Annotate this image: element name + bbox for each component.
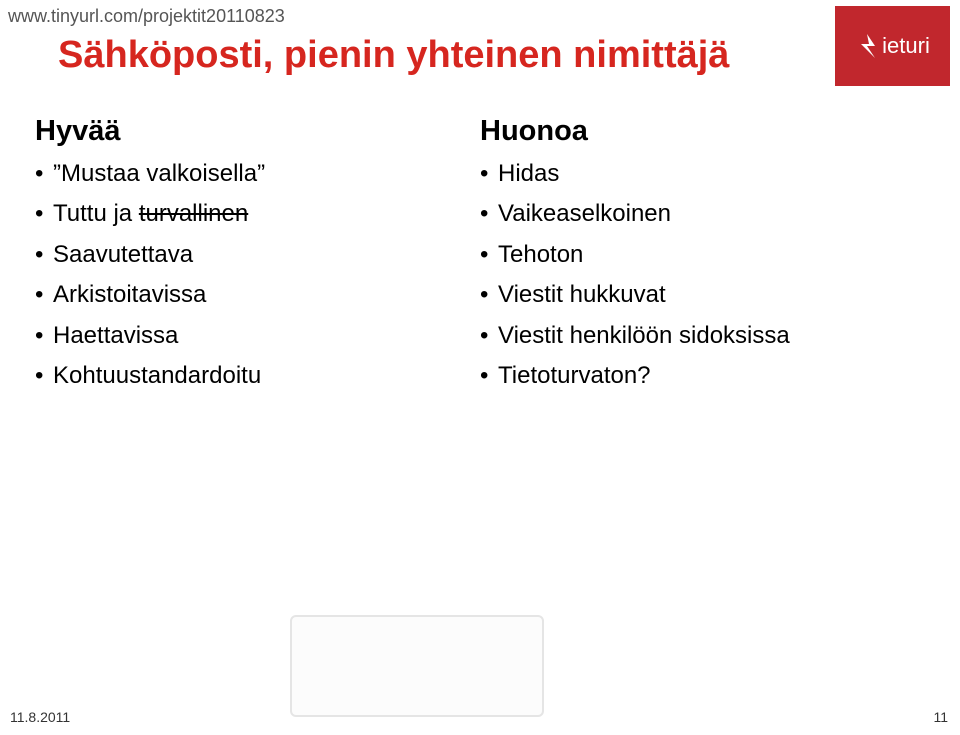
list-item: ”Mustaa valkoisella” xyxy=(35,158,480,190)
list-item: Viestit hukkuvat xyxy=(480,279,925,311)
header-url: www.tinyurl.com/projektit20110823 xyxy=(8,6,285,27)
list-item-strike: turvallinen xyxy=(139,200,248,227)
logo-mark-icon xyxy=(855,32,879,60)
list-item: Tehoton xyxy=(480,239,925,271)
list-item: Kohtuustandardoitu xyxy=(35,360,480,392)
list-item: Haettavissa xyxy=(35,320,480,352)
slide-title: Sähköposti, pienin yhteinen nimittäjä xyxy=(58,34,729,77)
bottom-placeholder xyxy=(290,615,544,717)
list-item: Tuttu ja turvallinen xyxy=(35,198,480,230)
brand-logo: ieturi xyxy=(835,6,950,86)
list-item: Saavutettava xyxy=(35,239,480,271)
list-item-prefix: Tuttu ja xyxy=(53,200,139,227)
right-column: Huonoa Hidas Vaikeaselkoinen Tehoton Vie… xyxy=(480,115,925,400)
list-item: Viestit henkilöön sidoksissa xyxy=(480,320,925,352)
list-item: Tietoturvaton? xyxy=(480,360,925,392)
footer-page-number: 11 xyxy=(933,709,948,725)
left-heading: Hyvää xyxy=(35,115,480,148)
list-item: Arkistoitavissa xyxy=(35,279,480,311)
right-heading: Huonoa xyxy=(480,115,925,148)
logo-text: ieturi xyxy=(882,33,930,59)
left-column: Hyvää ”Mustaa valkoisella” Tuttu ja turv… xyxy=(35,115,480,400)
list-item: Vaikeaselkoinen xyxy=(480,198,925,230)
list-item: Hidas xyxy=(480,158,925,190)
footer-date: 11.8.2011 xyxy=(10,709,70,725)
